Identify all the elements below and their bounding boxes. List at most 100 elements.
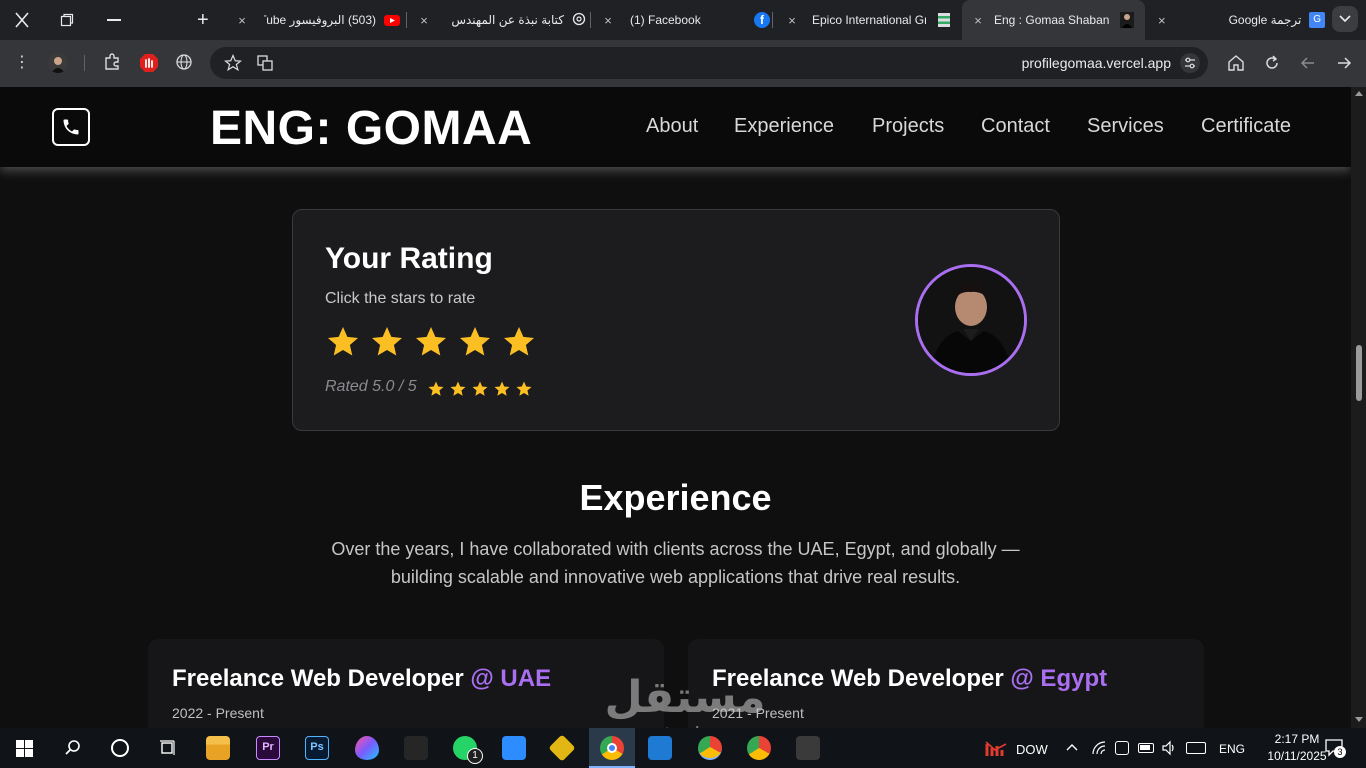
tab-title: ترجمة Google [1228, 13, 1302, 27]
nav-experience[interactable]: Experience [734, 115, 834, 138]
tab-search-button[interactable] [1332, 6, 1358, 32]
chrome-icon-active[interactable] [589, 728, 635, 768]
paint-drop-icon[interactable] [355, 736, 379, 760]
photoshop-icon[interactable]: Ps [305, 736, 329, 760]
menu-kebab-icon[interactable]: ⋮ [11, 52, 33, 74]
rating-star-2[interactable] [369, 324, 405, 360]
scroll-down-arrow-icon[interactable] [1355, 717, 1363, 722]
minimize-window-icon[interactable] [107, 19, 121, 21]
globe-icon[interactable] [175, 53, 193, 71]
experience-role: Freelance Web Developer @ UAE [172, 665, 551, 693]
url-text: profilegomaa.vercel.app [1021, 55, 1171, 71]
adblock-icon[interactable] [139, 53, 159, 73]
language-indicator[interactable]: ENG [1219, 742, 1245, 756]
rated-star-5 [515, 380, 533, 398]
rating-star-5[interactable] [501, 324, 537, 360]
whatsapp-icon[interactable]: 1 [453, 736, 483, 764]
tab-epico[interactable]: × Epico International Gr [776, 0, 956, 40]
translate-page-icon[interactable] [256, 54, 274, 72]
close-tab-icon[interactable]: × [970, 13, 986, 28]
tab-active-gomaa[interactable]: × Eng : Gomaa Shaban [962, 0, 1145, 40]
bookmark-star-icon[interactable] [223, 53, 243, 72]
premiere-icon[interactable]: Pr [256, 736, 280, 760]
rating-star-3[interactable] [413, 324, 449, 360]
nav-projects[interactable]: Projects [872, 115, 944, 138]
cortana-icon[interactable] [111, 739, 129, 757]
back-arrow-icon[interactable] [1299, 54, 1317, 72]
profile-avatar[interactable] [48, 53, 68, 73]
extensions-puzzle-icon[interactable] [103, 53, 121, 71]
tab-chatgpt[interactable]: × كتابة نبذة عن المهندس [410, 0, 588, 40]
notifications-icon[interactable]: 3 [1325, 739, 1346, 758]
stocks-ticker[interactable]: DOW [1016, 742, 1048, 757]
battery-icon[interactable] [1138, 743, 1154, 753]
home-icon[interactable] [1227, 54, 1245, 72]
youtube-icon [384, 14, 400, 26]
nav-certificate[interactable]: Certificate [1201, 115, 1291, 138]
volume-icon[interactable] [1161, 740, 1177, 756]
tab-facebook[interactable]: × (1) Facebook f [594, 0, 770, 40]
tab-youtube[interactable]: × (503) البروفيسور Tube [230, 0, 405, 40]
chrome-icon[interactable] [747, 736, 771, 760]
chrome-icon[interactable] [698, 736, 722, 760]
restore-window-icon[interactable] [60, 13, 74, 27]
phone-button[interactable] [52, 108, 90, 146]
forward-arrow-icon[interactable] [1335, 54, 1353, 72]
scroll-up-arrow-icon[interactable] [1355, 91, 1363, 96]
role-title: Freelance Web Developer [172, 665, 464, 692]
site-brand[interactable]: ENG: GOMAA [210, 101, 532, 156]
hacker-app-icon[interactable] [404, 736, 428, 760]
search-icon[interactable] [64, 739, 82, 757]
profile-favicon-icon [1120, 12, 1134, 28]
tab-title: Eng : Gomaa Shaban [994, 13, 1110, 27]
file-explorer-icon[interactable] [206, 736, 230, 760]
close-tab-icon[interactable]: × [600, 13, 616, 28]
network-icon[interactable] [1092, 741, 1106, 755]
new-tab-button[interactable]: + [197, 9, 209, 32]
site-settings-icon[interactable] [1180, 53, 1200, 73]
experience-description: Over the years, I have collaborated with… [331, 539, 1020, 587]
nav-contact[interactable]: Contact [981, 115, 1050, 138]
notification-count: 3 [1334, 746, 1346, 758]
rated-star-3 [471, 380, 489, 398]
close-tab-icon[interactable]: × [234, 13, 250, 28]
nav-about[interactable]: About [646, 115, 698, 138]
close-tab-icon[interactable]: × [416, 13, 432, 28]
experience-card-uae: Freelance Web Developer @ UAE 2022 - Pre… [148, 639, 664, 728]
rated-star-4 [493, 380, 511, 398]
rating-card: Your Rating Click the stars to rate Rate… [292, 209, 1060, 431]
tab-title: Epico International Gr [812, 13, 926, 27]
address-bar[interactable]: profilegomaa.vercel.app [210, 47, 1208, 79]
rating-star-4[interactable] [457, 324, 493, 360]
camera-icon[interactable] [1115, 741, 1129, 755]
task-view-icon[interactable] [159, 739, 177, 757]
clock-time[interactable]: 2:17 PM [1262, 732, 1332, 746]
tab-google-translate[interactable]: × ترجمة Google G [1150, 0, 1325, 40]
stocks-icon[interactable] [985, 738, 1007, 758]
browser-toolbar: ⋮ profilegomaa.vercel.app [0, 40, 1366, 87]
vscode-icon[interactable] [648, 736, 672, 760]
rated-star-1 [427, 380, 445, 398]
rated-star-2 [449, 380, 467, 398]
experience-title: Experience [579, 477, 772, 518]
windows-start-icon[interactable] [16, 740, 33, 757]
close-window-icon[interactable] [12, 11, 32, 29]
keyboard-icon[interactable] [1186, 742, 1206, 754]
page-scrollbar[interactable] [1351, 87, 1366, 728]
tab-title: (503) البروفيسور Tube [264, 13, 376, 27]
chatgpt-icon [572, 12, 586, 29]
epico-taskbar-icon[interactable] [796, 736, 820, 760]
profile-avatar [915, 264, 1027, 376]
close-tab-icon[interactable]: × [1154, 13, 1170, 28]
tray-chevron-icon[interactable] [1066, 738, 1078, 754]
scroll-thumb[interactable] [1356, 345, 1362, 401]
sync-app-icon[interactable] [502, 736, 526, 760]
rating-star-1[interactable] [325, 324, 361, 360]
experience-role: Freelance Web Developer @ Egypt [712, 665, 1107, 693]
git-icon[interactable] [548, 734, 576, 762]
whatsapp-badge: 1 [467, 748, 483, 764]
nav-services[interactable]: Services [1087, 115, 1164, 138]
close-tab-icon[interactable]: × [784, 13, 800, 28]
reload-icon[interactable] [1263, 54, 1281, 72]
watermark-arabic: مستقل [604, 673, 766, 722]
